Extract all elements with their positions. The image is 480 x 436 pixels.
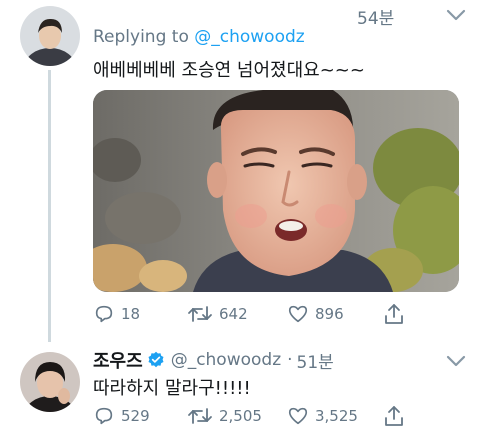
- like-icon: [288, 305, 308, 323]
- reply-button[interactable]: 529: [93, 404, 150, 428]
- retweet-count: 642: [219, 305, 248, 323]
- reply-count: 529: [121, 407, 150, 425]
- chevron-down-icon[interactable]: [445, 354, 467, 368]
- tweet-media-image[interactable]: [93, 90, 459, 292]
- parent-tweet[interactable]: Replying to @_chowoodz 54분 애베베베베 조승연 넘어졌…: [0, 0, 480, 342]
- retweet-icon: [188, 408, 212, 424]
- photo-illustration: [93, 90, 459, 292]
- like-button[interactable]: 3,525: [287, 404, 358, 428]
- reply-button[interactable]: 18: [93, 302, 140, 326]
- tweet-timestamp[interactable]: 51분: [297, 348, 334, 373]
- avatar[interactable]: [20, 6, 80, 66]
- retweet-icon: [188, 306, 212, 322]
- display-name-link[interactable]: 조우즈: [93, 347, 143, 373]
- avatar[interactable]: [20, 352, 80, 412]
- retweet-count: 2,505: [219, 407, 262, 425]
- verified-badge-icon: [148, 351, 164, 368]
- reply-icon: [95, 407, 113, 425]
- reply-tweet[interactable]: 조우즈 @_chowoodz · 51분 따라하지 말라구!!!!! 529 2…: [0, 340, 480, 436]
- replying-to: Replying to @_chowoodz: [93, 27, 305, 47]
- thread-connector: [48, 70, 51, 342]
- reply-icon: [95, 305, 113, 323]
- share-button[interactable]: [383, 302, 405, 326]
- tweet-header: 조우즈 @_chowoodz · 51분: [93, 347, 334, 373]
- reply-count: 18: [121, 305, 141, 323]
- like-button[interactable]: 896: [287, 302, 344, 326]
- user-handle[interactable]: @_chowoodz: [171, 350, 281, 370]
- reply-prefix: Replying to: [93, 27, 189, 47]
- like-count: 3,525: [315, 407, 358, 425]
- like-icon: [288, 407, 308, 425]
- like-count: 896: [315, 305, 344, 323]
- share-icon: [385, 406, 403, 426]
- share-icon: [385, 304, 403, 324]
- tweet-actions: 529 2,505 3,525: [93, 404, 423, 428]
- meta-separator: ·: [287, 350, 293, 370]
- chevron-down-icon[interactable]: [445, 8, 467, 22]
- retweet-button[interactable]: 642: [187, 302, 248, 326]
- tweet-text: 따라하지 말라구!!!!!: [93, 378, 251, 399]
- retweet-button[interactable]: 2,505: [187, 404, 262, 428]
- share-button[interactable]: [383, 404, 405, 428]
- reply-handle-link[interactable]: @_chowoodz: [194, 27, 304, 47]
- tweet-timestamp[interactable]: 54분: [357, 4, 394, 29]
- tweet-actions: 18 642 896: [93, 302, 423, 326]
- tweet-text: 애베베베베 조승연 넘어졌대요~~~: [93, 60, 365, 81]
